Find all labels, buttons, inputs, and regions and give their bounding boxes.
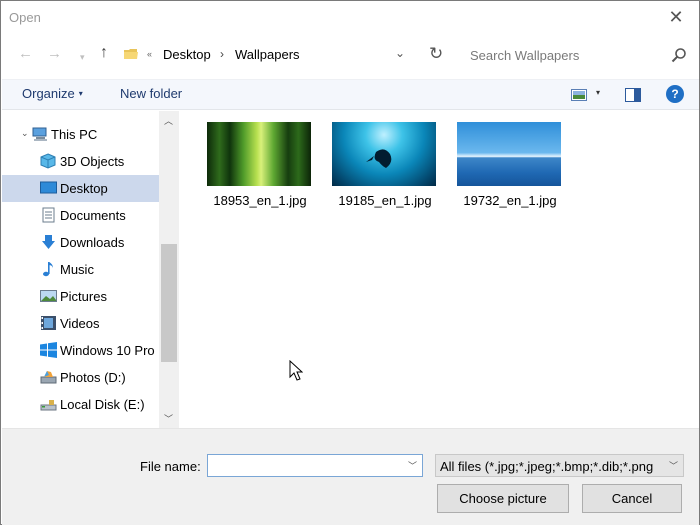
breadcrumb-desktop[interactable]: Desktop — [163, 47, 211, 62]
nav-item-label: Music — [60, 262, 94, 277]
file-thumbnail-open-sea — [457, 122, 561, 186]
command-bar: Organize ▾ New folder ▾ ? — [2, 79, 699, 110]
nav-item-label: Downloads — [60, 235, 125, 250]
file-name-label: File name: — [140, 459, 201, 474]
nav-item-label: Local Disk (E:) — [60, 397, 145, 412]
nav-item-label: 3D Objects — [60, 154, 125, 169]
nav-scrollbar[interactable]: ︿ ﹀ — [159, 111, 179, 428]
preview-pane-icon[interactable] — [625, 88, 641, 102]
file-item[interactable]: 19732_en_1.jpg — [457, 111, 563, 211]
windows-logo-icon — [40, 342, 57, 358]
navigation-pane: ⌄ This PC 3D Objects Desktop Documents D… — [2, 111, 179, 428]
nav-item-label: This PC — [51, 127, 98, 142]
help-icon[interactable]: ? — [666, 85, 684, 103]
file-name-input[interactable] — [211, 457, 401, 474]
nav-item-local-disk-e[interactable]: Local Disk (E:) — [2, 391, 160, 418]
cancel-button[interactable]: Cancel — [582, 484, 682, 513]
recent-locations-chevron-icon[interactable]: ▾ — [80, 49, 85, 65]
documents-icon — [42, 207, 55, 223]
forward-arrow-icon[interactable]: → — [47, 46, 62, 62]
file-name-combobox[interactable]: ﹀ — [207, 454, 423, 477]
file-item[interactable]: 19185_en_1.jpg — [332, 111, 438, 211]
folder-icon — [124, 49, 138, 59]
nav-item-windows-10-pro[interactable]: Windows 10 Pro — [2, 337, 160, 364]
music-note-icon — [43, 262, 53, 277]
nav-item-desktop[interactable]: Desktop — [2, 175, 160, 202]
computer-icon — [32, 127, 47, 141]
nav-item-label: Videos — [60, 316, 100, 331]
nav-item-this-pc[interactable]: ⌄ This PC — [2, 121, 160, 148]
desktop-icon — [40, 181, 57, 194]
nav-item-documents[interactable]: Documents — [2, 202, 160, 229]
file-thumbnail-bamboo-forest — [207, 122, 311, 186]
cube-icon — [40, 153, 56, 169]
scrollbar-thumb[interactable] — [161, 244, 177, 362]
dialog-footer: File name: ﹀ All files (*.jpg;*.jpeg;*.b… — [2, 428, 699, 525]
file-name-dropdown-icon[interactable]: ﹀ — [408, 459, 417, 472]
nav-item-photos-d[interactable]: Photos (D:) — [2, 364, 160, 391]
choose-picture-button[interactable]: Choose picture — [437, 484, 569, 513]
file-list-pane: 18953_en_1.jpg 19185_en_1.jpg 19732_en_1… — [181, 111, 699, 428]
nav-item-music[interactable]: Music — [2, 256, 160, 283]
scroll-up-arrow-icon[interactable]: ︿ — [164, 114, 173, 127]
file-name: 19732_en_1.jpg — [463, 193, 557, 208]
file-thumbnail-ocean-diver — [332, 122, 436, 186]
organize-label: Organize — [22, 86, 75, 101]
diver-silhouette — [366, 149, 392, 168]
change-view-icon[interactable] — [571, 89, 587, 101]
new-folder-button[interactable]: New folder — [120, 86, 182, 101]
nav-item-label: Photos (D:) — [60, 370, 126, 385]
organize-caret-icon: ▾ — [78, 89, 83, 98]
search-box[interactable]: Search Wallpapers — [459, 41, 693, 69]
file-type-dropdown-icon[interactable]: ﹀ — [669, 459, 678, 472]
search-icon[interactable] — [671, 47, 687, 63]
usb-drive-icon — [40, 400, 57, 411]
nav-item-3d-objects[interactable]: 3D Objects — [2, 148, 160, 175]
download-arrow-icon — [42, 235, 55, 249]
file-name: 18953_en_1.jpg — [213, 193, 307, 208]
mouse-pointer-icon — [289, 360, 303, 381]
up-arrow-icon[interactable]: ↑ — [100, 45, 108, 61]
address-row: ← → ▾ ↑ « Desktop › Wallpapers ⌄ ↻ Searc… — [1, 39, 699, 71]
breadcrumb-chevron-icon[interactable]: › — [220, 47, 224, 61]
file-type-select[interactable]: All files (*.jpg;*.jpeg;*.bmp;*.dib;*.pn… — [435, 454, 684, 477]
address-dropdown-icon[interactable]: ⌄ — [395, 46, 405, 60]
nav-item-label: Pictures — [60, 289, 107, 304]
breadcrumb-wallpapers[interactable]: Wallpapers — [235, 47, 300, 62]
nav-item-label: Desktop — [60, 181, 108, 196]
drive-icon — [40, 371, 57, 384]
view-options-caret-icon[interactable]: ▾ — [596, 88, 600, 97]
close-icon: ✕ — [668, 6, 684, 27]
file-item[interactable]: 18953_en_1.jpg — [207, 111, 313, 211]
file-type-value: All files (*.jpg;*.jpeg;*.bmp;*.dib;*.pn… — [440, 459, 654, 474]
scroll-down-arrow-icon[interactable]: ﹀ — [164, 412, 173, 425]
breadcrumb-overflow-icon[interactable]: « — [147, 49, 152, 59]
videos-icon — [41, 316, 56, 330]
open-dialog: Open ✕ ← → ▾ ↑ « Desktop › Wallpapers ⌄ … — [0, 0, 700, 525]
back-arrow-icon[interactable]: ← — [18, 46, 33, 62]
pictures-icon — [40, 290, 57, 302]
organize-menu-button[interactable]: Organize ▾ — [22, 86, 83, 101]
file-name: 19185_en_1.jpg — [338, 193, 432, 208]
nav-item-videos[interactable]: Videos — [2, 310, 160, 337]
window-title: Open — [9, 10, 41, 25]
nav-item-label: Windows 10 Pro — [60, 343, 155, 358]
nav-item-pictures[interactable]: Pictures — [2, 283, 160, 310]
search-placeholder: Search Wallpapers — [470, 48, 580, 63]
refresh-icon[interactable]: ↻ — [429, 44, 443, 64]
title-bar: Open ✕ — [1, 1, 699, 34]
nav-item-label: Documents — [60, 208, 126, 223]
close-button[interactable]: ✕ — [653, 1, 699, 33]
expand-chevron-icon[interactable]: ⌄ — [21, 128, 29, 139]
nav-item-downloads[interactable]: Downloads — [2, 229, 160, 256]
